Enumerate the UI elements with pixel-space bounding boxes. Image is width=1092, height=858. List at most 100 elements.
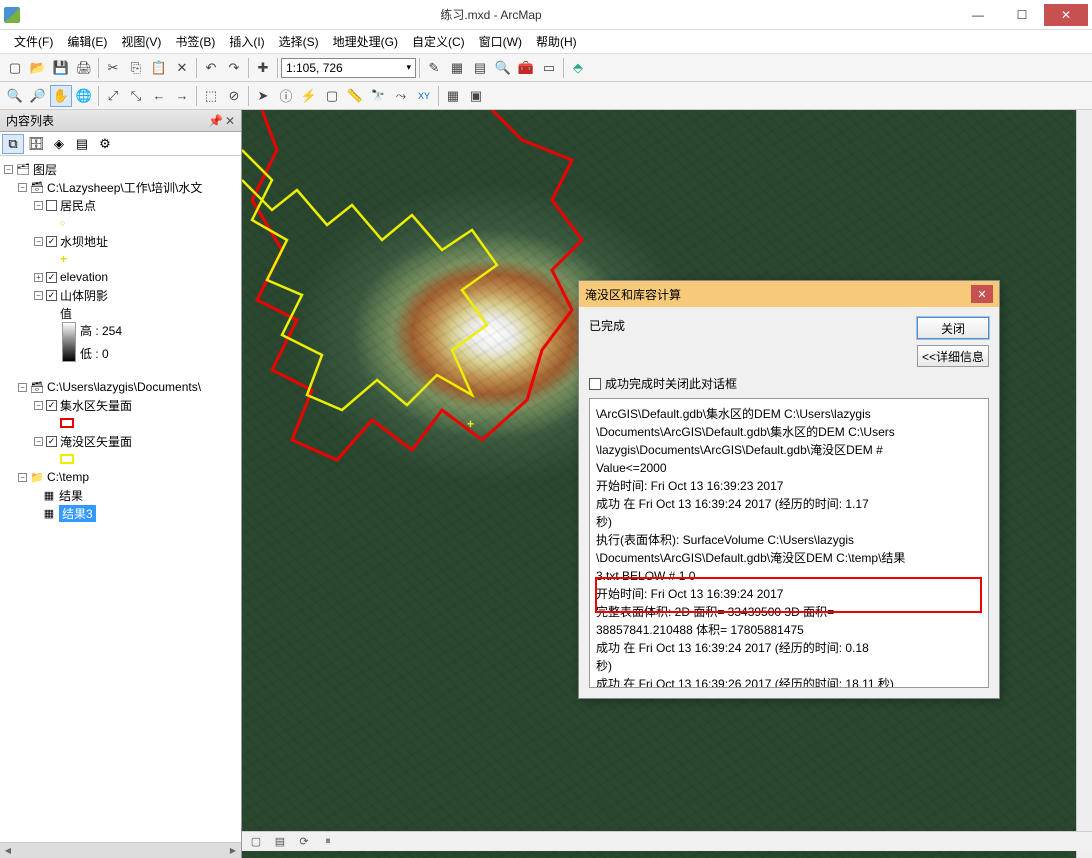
layer-catchment[interactable]: 集水区矢量面 — [60, 397, 132, 414]
python-icon[interactable]: ▭ — [538, 57, 560, 79]
collapse-icon[interactable]: − — [34, 437, 43, 446]
open-icon[interactable]: 📂 — [27, 57, 49, 79]
visibility-checkbox[interactable] — [46, 200, 57, 211]
folder-temp[interactable]: C:\temp — [47, 470, 89, 484]
back-icon[interactable]: ← — [148, 85, 170, 107]
visibility-checkbox[interactable] — [46, 236, 57, 247]
measure-icon[interactable]: 📏 — [344, 85, 366, 107]
data-view-icon[interactable]: ▢ — [248, 834, 264, 850]
minimize-button[interactable]: — — [956, 4, 1000, 26]
collapse-icon[interactable]: − — [34, 201, 43, 210]
close-on-success-checkbox[interactable]: 成功完成时关闭此对话框 — [589, 375, 989, 392]
copy-icon[interactable]: ⎘ — [125, 57, 147, 79]
fixed-zoom-in-icon[interactable]: ⤢ — [102, 85, 124, 107]
save-icon[interactable]: 💾 — [50, 57, 72, 79]
menu-customize[interactable]: 自定义(C) — [406, 31, 471, 52]
layout-view-icon[interactable]: ▤ — [272, 834, 288, 850]
panel-close-icon[interactable]: ✕ — [225, 114, 235, 128]
delete-icon[interactable]: ✕ — [171, 57, 193, 79]
dataframe-label[interactable]: 图层 — [33, 161, 57, 178]
clear-selection-icon[interactable]: ⊘ — [223, 85, 245, 107]
dialog-close-btn[interactable]: 关闭 — [917, 317, 989, 339]
select-elements-icon[interactable]: ➤ — [252, 85, 274, 107]
visibility-checkbox[interactable] — [46, 290, 57, 301]
checkbox-icon[interactable] — [589, 378, 601, 390]
new-icon[interactable]: ▢ — [4, 57, 26, 79]
menu-file[interactable]: 文件(F) — [8, 31, 59, 52]
collapse-icon[interactable]: − — [34, 237, 43, 246]
layer-dam[interactable]: 水坝地址 — [60, 233, 108, 250]
editor-toolbar-icon[interactable]: ✎ — [423, 57, 445, 79]
dialog-titlebar[interactable]: 淹没区和库容计算 ✕ — [579, 281, 999, 307]
list-by-selection-icon[interactable]: ▤ — [71, 134, 93, 154]
zoom-in-icon[interactable]: 🔍 — [4, 85, 26, 107]
pause-icon[interactable]: ⏸ — [320, 834, 336, 850]
close-button[interactable]: ✕ — [1044, 4, 1088, 26]
pin-icon[interactable]: 📌 — [208, 114, 223, 128]
list-by-drawing-order-icon[interactable]: ⧉ — [2, 134, 24, 154]
dialog-close-button[interactable]: ✕ — [971, 285, 993, 303]
search-window-icon[interactable]: 🔍 — [492, 57, 514, 79]
print-icon[interactable]: 🖨 — [73, 57, 95, 79]
menu-help[interactable]: 帮助(H) — [530, 31, 583, 52]
html-popup-icon[interactable]: ▢ — [321, 85, 343, 107]
menu-view[interactable]: 视图(V) — [115, 31, 167, 52]
redo-icon[interactable]: ↷ — [223, 57, 245, 79]
menu-insert[interactable]: 插入(I) — [223, 31, 270, 52]
layer-settlement[interactable]: 居民点 — [60, 197, 96, 214]
full-extent-icon[interactable]: 🌐 — [73, 85, 95, 107]
identify-icon[interactable]: ⓘ — [275, 85, 297, 107]
list-by-source-icon[interactable]: 🗄 — [25, 134, 47, 154]
layer-flood[interactable]: 淹没区矢量面 — [60, 433, 132, 450]
find-icon[interactable]: 🔭 — [367, 85, 389, 107]
add-data-icon[interactable]: ✚ — [252, 57, 274, 79]
toc-tree[interactable]: −🗂图层 −🗃C:\Lazysheep\工作\培训\水文 −居民点 ○ −水坝地… — [0, 156, 241, 842]
layer-elevation[interactable]: elevation — [60, 270, 108, 284]
source-path[interactable]: C:\Users\lazygis\Documents\ — [47, 380, 201, 394]
fixed-zoom-out-icon[interactable]: ⤡ — [125, 85, 147, 107]
menu-selection[interactable]: 选择(S) — [273, 31, 325, 52]
toolbox-icon[interactable]: 🧰 — [515, 57, 537, 79]
maximize-button[interactable]: ☐ — [1000, 4, 1044, 26]
collapse-icon[interactable]: − — [18, 183, 27, 192]
toc-hscroll[interactable]: ◀ ▶ — [0, 842, 241, 858]
visibility-checkbox[interactable] — [46, 272, 57, 283]
layer-hillshade[interactable]: 山体阴影 — [60, 287, 108, 304]
menu-geoprocessing[interactable]: 地理处理(G) — [327, 31, 404, 52]
collapse-icon[interactable]: − — [18, 473, 27, 482]
goto-xy-icon[interactable]: XY — [413, 85, 435, 107]
menu-bookmarks[interactable]: 书签(B) — [169, 31, 221, 52]
dialog-log[interactable]: \ArcGIS\Default.gdb\集水区的DEM C:\Users\laz… — [589, 398, 989, 688]
expand-icon[interactable]: + — [34, 273, 43, 282]
source-path[interactable]: C:\Lazysheep\工作\培训\水文 — [47, 179, 202, 196]
cut-icon[interactable]: ✂ — [102, 57, 124, 79]
toc-icon[interactable]: ▦ — [446, 57, 468, 79]
scale-combo[interactable]: 1:105, 726 — [281, 58, 416, 78]
collapse-icon[interactable]: − — [34, 401, 43, 410]
table-result[interactable]: 结果 — [59, 487, 83, 504]
hyperlink-icon[interactable]: ⚡ — [298, 85, 320, 107]
catalog-icon[interactable]: ▤ — [469, 57, 491, 79]
time-slider-icon[interactable]: ▦ — [442, 85, 464, 107]
collapse-icon[interactable]: − — [34, 291, 43, 300]
select-features-icon[interactable]: ⬚ — [200, 85, 222, 107]
paste-icon[interactable]: 📋 — [148, 57, 170, 79]
options-icon[interactable]: ⚙ — [94, 134, 116, 154]
forward-icon[interactable]: → — [171, 85, 193, 107]
viewer-window-icon[interactable]: ▣ — [465, 85, 487, 107]
dialog-details-btn[interactable]: <<详细信息 — [917, 345, 989, 367]
menu-windows[interactable]: 窗口(W) — [473, 31, 528, 52]
table-result3[interactable]: 结果3 — [59, 505, 96, 522]
model-builder-icon[interactable]: ⬘ — [567, 57, 589, 79]
collapse-icon[interactable]: − — [18, 383, 27, 392]
collapse-icon[interactable]: − — [4, 165, 13, 174]
find-route-icon[interactable]: ⤳ — [390, 85, 412, 107]
pan-icon[interactable]: ✋ — [50, 85, 72, 107]
undo-icon[interactable]: ↶ — [200, 57, 222, 79]
map-vscroll[interactable] — [1076, 110, 1092, 858]
menu-edit[interactable]: 编辑(E) — [61, 31, 113, 52]
refresh-icon[interactable]: ⟳ — [296, 834, 312, 850]
zoom-out-icon[interactable]: 🔎 — [27, 85, 49, 107]
visibility-checkbox[interactable] — [46, 436, 57, 447]
visibility-checkbox[interactable] — [46, 400, 57, 411]
